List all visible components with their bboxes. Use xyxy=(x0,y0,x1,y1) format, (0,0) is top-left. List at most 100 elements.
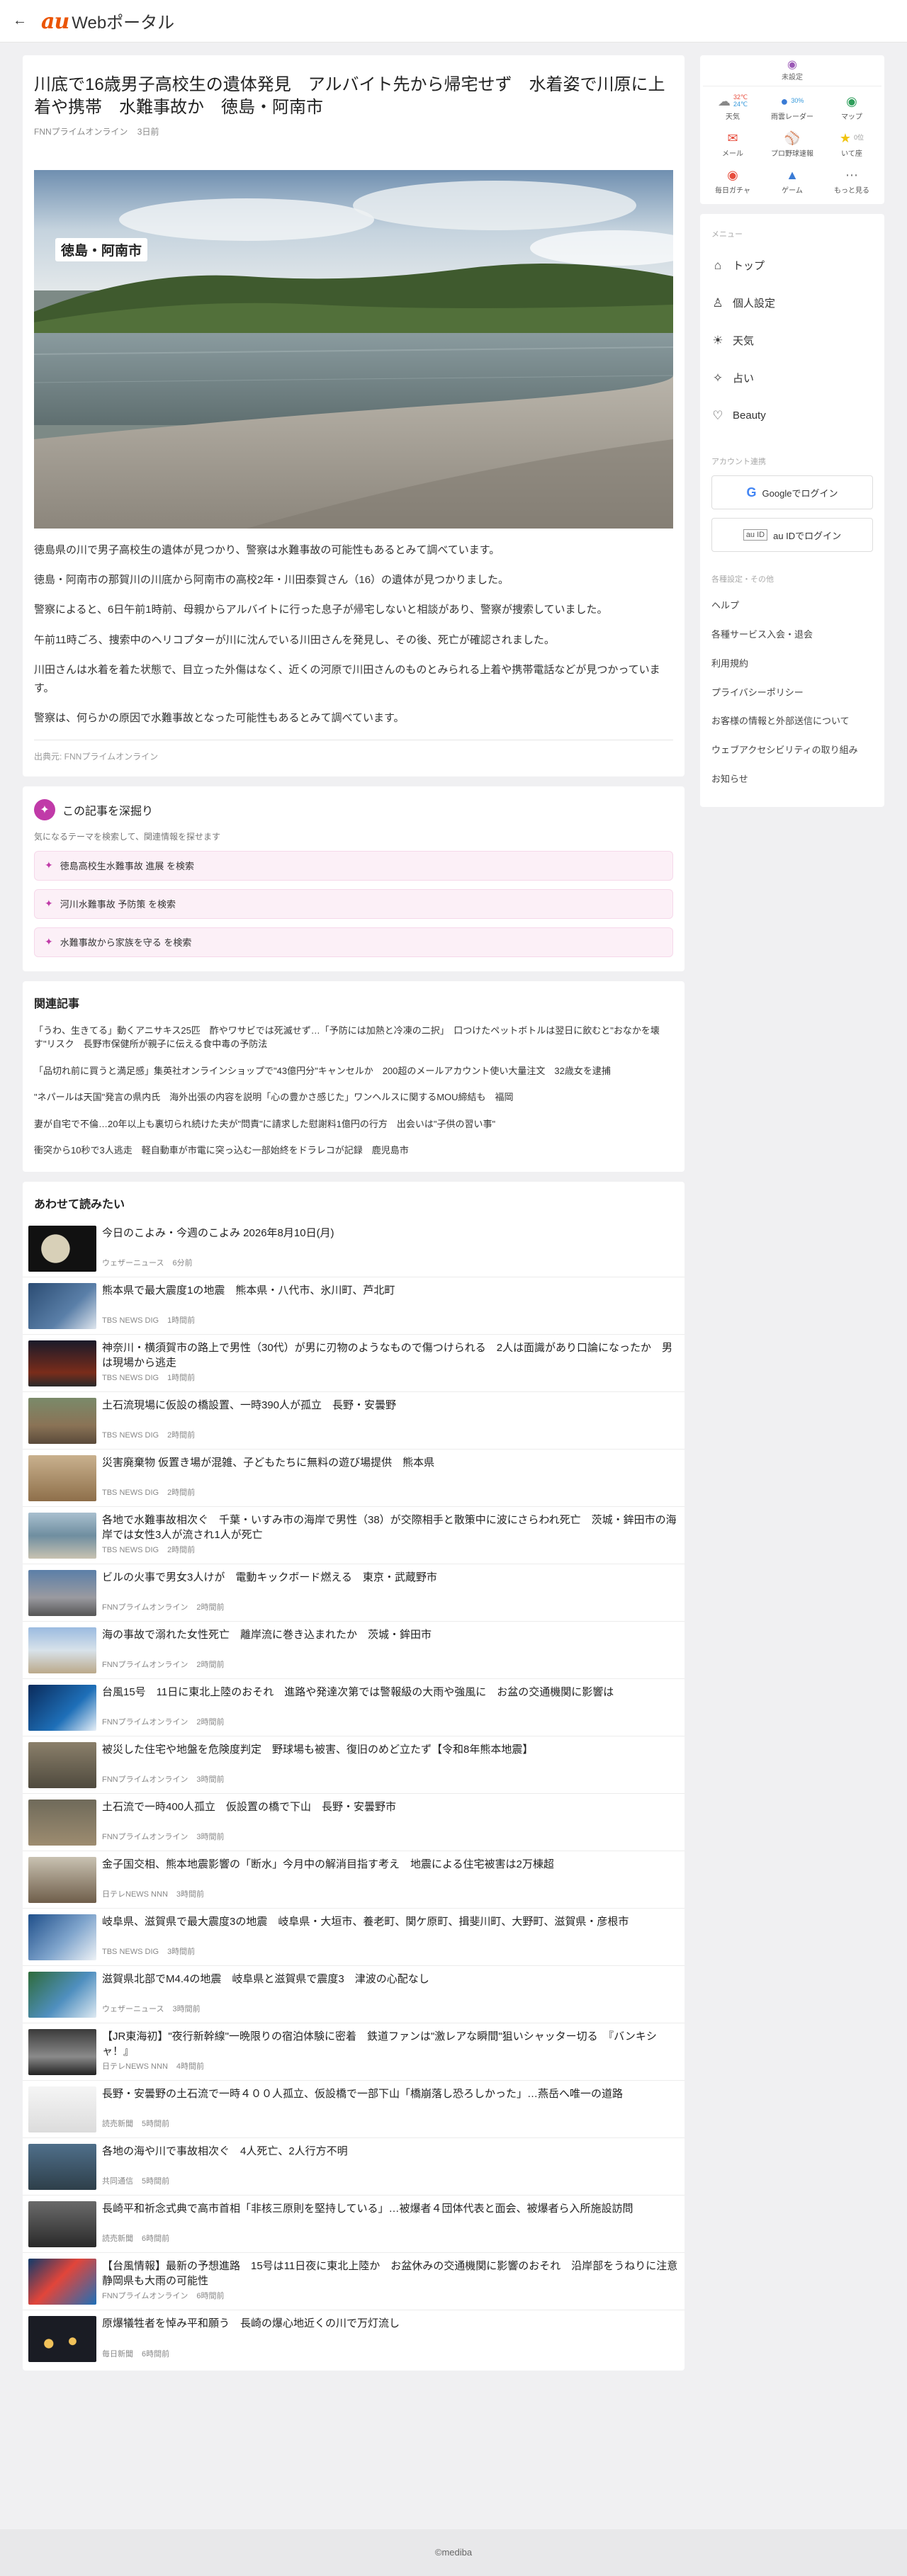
related-link[interactable]: "ネパールは天国"発言の県内氏 海外出張の内容を説明「心の豊かさ感じた」ワンヘル… xyxy=(34,1090,673,1105)
quick-item-map[interactable]: ◉ マップ xyxy=(822,92,881,123)
related-link[interactable]: 衝突から10秒で3人逃走 軽自動車が市電に突っ込む一部始終をドラレコが記録 鹿児… xyxy=(34,1143,673,1158)
news-source: TBS NEWS DIG xyxy=(102,1430,159,1440)
quick-item-label: 天気 xyxy=(726,113,740,121)
news-thumbnail xyxy=(28,1282,96,1329)
article-paragraph: 徳島県の川で男子高校生の遺体が見つかり、警察は水難事故の可能性もあるとみて調べて… xyxy=(34,543,500,556)
news-item[interactable]: 災害廃棄物 仮置き場が混雑、子どもたちに無料の遊び場提供 熊本県 TBS NEWS… xyxy=(23,1450,685,1507)
article-paragraph: 徳島・阿南市の那賀川の川底から阿南市の高校2年・川田泰賀さん（16）の遺体が見つ… xyxy=(34,574,509,587)
quick-item-label: メール xyxy=(722,150,743,158)
related-link[interactable]: 妻が自宅で不倫…20年以上も裏切られ続けた夫が"問責"に請求した慰謝料1億円の行… xyxy=(34,1117,673,1131)
settings-heading: 各種設定・その他 xyxy=(711,575,774,584)
quick-item-baseball[interactable]: ⚾ プロ野球速報 xyxy=(762,129,822,160)
news-item[interactable]: 【台風情報】最新の予想進路 15号は11日夜に東北上陸か お盆休みの交通機関に影… xyxy=(23,2253,688,2310)
external-transmission-link[interactable]: お客様の情報と外部送信について xyxy=(711,707,873,736)
news-title: 長野・安曇野の土石流で一時４００人孤立、仮設橋で一部下山「橋崩落し恐ろしかった」… xyxy=(102,2087,624,2100)
news-list: 今日のこよみ・今週のこよみ 2026年8月10日(月) ウェザーニュース 6分前 熊本… xyxy=(23,1220,688,2368)
news-source: FNNプライムオンライン xyxy=(102,2291,188,2300)
news-item[interactable]: 各地で水難事故相次ぐ 千葉・いすみ市の海岸で男性（38）が交際相手と散策中に波に… xyxy=(23,1507,685,1564)
news-thumbnail xyxy=(28,1397,96,1444)
article-paragraph: 川田さんは水着を着た状態で、目立った外傷はなく、近くの河原で川田さんのものとみら… xyxy=(34,663,660,695)
menu-item-weather[interactable]: ☀ 天気 xyxy=(711,322,873,359)
help-link[interactable]: ヘルプ xyxy=(711,592,873,621)
quick-item-label: ゲーム xyxy=(782,187,803,195)
home-icon: ⌂ xyxy=(714,258,722,272)
news-title: 岐阜県、滋賀県で最大震度3の地震 岐阜県・大垣市、養老町、関ケ原町、揖斐川町、大… xyxy=(102,1915,629,1928)
map-icon: ◉ xyxy=(846,94,857,108)
news-item[interactable]: 神奈川・横須賀市の路上で男性（30代）が男に刃物のようなもので傷つけられる 2人… xyxy=(23,1335,685,1392)
news-source: TBS NEWS DIG xyxy=(102,1947,159,1956)
news-item[interactable]: 海の事故で溺れた女性死亡 離岸流に巻き込まれたか 茨城・鉾田市 FNNプライムオン… xyxy=(23,1622,685,1679)
deep-dive-search-item[interactable]: ✦ 水難事故から家族を守る を検索 xyxy=(34,927,673,957)
quick-item-gacha[interactable]: ◉ 毎日ガチャ xyxy=(703,166,762,197)
quick-item-weather[interactable]: ☁ 32℃ 24℃ 天気 xyxy=(703,92,762,123)
account-heading: アカウント連携 xyxy=(711,458,766,466)
site-logo[interactable]: au Webポータル xyxy=(41,9,174,34)
news-item[interactable]: 各地の海や川で事故相次ぐ 4人死亡、2人行方不明 共同通信 5時間前 xyxy=(23,2138,685,2196)
location-setting[interactable]: ◉ 未設定 xyxy=(703,55,881,86)
article-meta: FNNプライムオンライン 3日前 xyxy=(34,125,673,137)
menu-item-beauty[interactable]: ♡ Beauty xyxy=(711,397,873,434)
news-title: 熊本県で最大震度1の地震 熊本県・八代市、氷川町、芦北町 xyxy=(102,1284,395,1297)
quick-item-radar[interactable]: ● 30% 雨雲レーダー xyxy=(762,92,822,123)
news-item[interactable]: 【JR東海初】"夜行新幹線"一晩限りの宿泊体験に密着 鉄道ファンは"激レアな瞬間… xyxy=(23,2023,685,2081)
news-item[interactable]: ビルの火事で男女3人けが 電動キックボード燃える 東京・武蔵野市 FNNプライムオ… xyxy=(23,1564,685,1622)
news-item[interactable]: 原爆犠牲者を悼み平和願う 長崎の爆心地近くの川で万灯流し 毎日新聞 6時間前 xyxy=(23,2310,685,2368)
footer: ©mediba xyxy=(0,2529,907,2576)
news-source: FNNプライムオンライン xyxy=(102,1660,188,1669)
horoscope-icon: ★ xyxy=(839,130,852,145)
news-thumbnail xyxy=(28,1914,96,1960)
sparkle-icon: ✦ xyxy=(45,898,53,910)
news-thumbnail xyxy=(28,1454,96,1501)
menu-item-fortune[interactable]: ✧ 占い xyxy=(711,359,873,397)
news-thumbnail xyxy=(28,1741,96,1788)
news-item[interactable]: 滋賀県北部でM4.4の地震 岐阜県と滋賀県で震度3 津波の心配なし ウェザーニュー… xyxy=(23,1966,685,2023)
quick-item-label: 雨雲レーダー xyxy=(771,113,813,121)
accessibility-link[interactable]: ウェブアクセシビリティの取り組み xyxy=(711,736,873,765)
news-title: 原爆犠牲者を悼み平和願う 長崎の爆心地近くの川で万灯流し xyxy=(102,2317,400,2329)
auid-icon: au ID xyxy=(743,529,768,541)
service-signup-link[interactable]: 各種サービス入会・退会 xyxy=(711,621,873,650)
google-login-button[interactable]: G Googleでログイン xyxy=(711,475,873,509)
menu-item-top[interactable]: ⌂ トップ xyxy=(711,247,873,284)
news-thumbnail xyxy=(28,1340,96,1386)
side-menu: メニュー ⌂ トップ ♙ 個人設定 ☀ 天気 ✧ 占い ♡ Beauty アカウ… xyxy=(700,214,884,807)
news-source: TBS NEWS DIG xyxy=(102,1373,159,1382)
privacy-link[interactable]: プライバシーポリシー xyxy=(711,679,873,708)
news-ago: 3時間前 xyxy=(176,1889,205,1899)
news-item[interactable]: 土石流現場に仮設の橋設置、一時390人が孤立 長野・安曇野 TBS NEWS DI… xyxy=(23,1392,685,1450)
quick-item-horoscope[interactable]: ★ 0位 いて座 xyxy=(822,129,881,160)
related-link[interactable]: 「品切れ前に買うと満足感」集英社オンラインショップで"43億円分"キャンセルか … xyxy=(34,1064,673,1078)
back-arrow-icon[interactable]: ← xyxy=(11,13,28,30)
article-source: FNNプライムオンライン xyxy=(34,126,128,137)
news-item[interactable]: 熊本県で最大震度1の地震 熊本県・八代市、氷川町、芦北町 TBS NEWS DIG… xyxy=(23,1277,685,1335)
news-item[interactable]: 土石流で一時400人孤立 仮設置の橋で下山 長野・安曇野市 FNNプライムオンライ… xyxy=(23,1794,685,1851)
terms-link[interactable]: 利用規約 xyxy=(711,650,873,679)
auid-login-button[interactable]: au ID au IDでログイン xyxy=(711,518,873,552)
deep-dive-search-item[interactable]: ✦ 徳島高校生水難事故 進展 を検索 xyxy=(34,850,673,881)
quick-item-mail[interactable]: ✉ メール xyxy=(703,129,762,160)
news-source: 毎日新聞 xyxy=(102,2349,133,2358)
user-icon: ♙ xyxy=(712,295,723,310)
news-thumbnail xyxy=(28,1799,96,1846)
menu-item-personal[interactable]: ♙ 個人設定 xyxy=(711,284,873,322)
news-link[interactable]: お知らせ xyxy=(711,765,873,794)
news-item[interactable]: 今日のこよみ・今週のこよみ 2026年8月10日(月) ウェザーニュース 6分前 xyxy=(23,1220,685,1277)
article-body: 徳島県の川で男子高校生の遺体が見つかり、警察は水難事故の可能性もあるとみて調べて… xyxy=(34,541,673,728)
news-source: ウェザーニュース xyxy=(102,2004,164,2013)
news-ago: 1時間前 xyxy=(167,1373,196,1382)
news-title: 各地の海や川で事故相次ぐ 4人死亡、2人行方不明 xyxy=(102,2145,348,2157)
quick-item-game[interactable]: ▲ ゲーム xyxy=(762,166,822,197)
deep-dive-search-item[interactable]: ✦ 河川水難事故 予防策 を検索 xyxy=(34,888,673,919)
related-link[interactable]: 「うわ、生きてる」動くアニサキス25匹 酢やワサビでは死滅せず…「予防には加熱と… xyxy=(34,1024,673,1051)
quick-item-label: 毎日ガチャ xyxy=(715,187,750,195)
news-item[interactable]: 岐阜県、滋賀県で最大震度3の地震 岐阜県・大垣市、養老町、関ケ原町、揖斐川町、大… xyxy=(23,1909,685,1966)
news-item[interactable]: 台風15号 11日に東北上陸のおそれ 進路や発達次第では警報級の大雨や強風に お… xyxy=(23,1679,685,1736)
sparkle-icon: ✧ xyxy=(712,371,723,385)
quick-item-more[interactable]: ⋯ もっと見る xyxy=(822,166,881,197)
related-articles: 関連記事 「うわ、生きてる」動くアニサキス25匹 酢やワサビでは死滅せず…「予防… xyxy=(23,981,685,1172)
news-item[interactable]: 金子国交相、熊本地震影響の「断水」今月中の解消目指す考え 地震による住宅被害は2… xyxy=(23,1851,685,1909)
news-source: ウェザーニュース xyxy=(102,1258,164,1267)
news-item[interactable]: 被災した住宅や地盤を危険度判定 野球場も被害、復旧のめど立たず【令和8年熊本地震… xyxy=(23,1736,685,1794)
news-item[interactable]: 長野・安曇野の土石流で一時４００人孤立、仮設橋で一部下山「橋崩落し恐ろしかった」… xyxy=(23,2081,685,2138)
news-item[interactable]: 長崎平和祈念式典で高市首相「非核三原則を堅持している」…被爆者４団体代表と面会、… xyxy=(23,2196,685,2253)
